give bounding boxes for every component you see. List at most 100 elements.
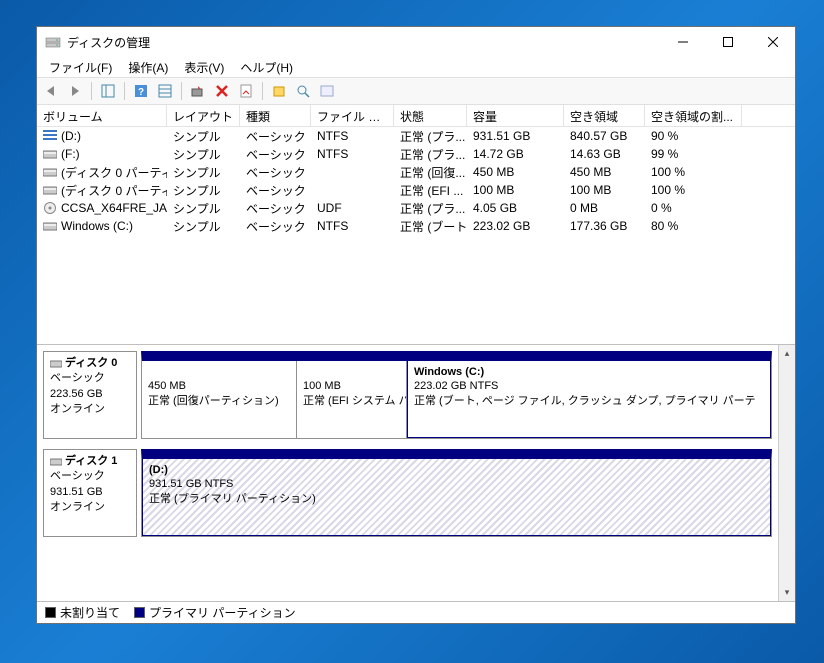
volume-list: ボリューム レイアウト 種類 ファイル システム 状態 容量 空き領域 空き領域… — [37, 105, 795, 345]
volume-row[interactable]: (ディスク 0 パーティシ...シンプルベーシック 正常 (EFI ... 100 … — [37, 181, 795, 199]
volume-row[interactable]: CCSA_X64FRE_JA-J...シンプルベーシックUDF正常 (プラ...… — [37, 199, 795, 217]
partition-name: Windows (C:) — [414, 365, 764, 379]
partition-size: 931.51 GB NTFS — [149, 477, 764, 491]
scroll-down-icon[interactable]: ▾ — [779, 584, 795, 601]
volume-freepct: 100 % — [645, 163, 742, 181]
find-button[interactable] — [293, 81, 313, 101]
partition-size: 223.02 GB NTFS — [414, 379, 764, 393]
col-layout[interactable]: レイアウト — [167, 105, 240, 126]
col-filesystem[interactable]: ファイル システム — [311, 105, 394, 126]
volume-row[interactable]: (ディスク 0 パーティシ...シンプルベーシック 正常 (回復... 450 MB… — [37, 163, 795, 181]
toolbar: ? — [37, 77, 795, 105]
volume-freepct: 0 % — [645, 199, 742, 217]
volume-name: Windows (C:) — [61, 219, 133, 233]
disk-info[interactable]: ディスク 0ベーシック223.56 GBオンライン — [43, 351, 137, 439]
minimize-button[interactable] — [660, 27, 705, 57]
menu-file[interactable]: ファイル(F) — [41, 57, 120, 77]
volume-free: 14.63 GB — [564, 145, 645, 163]
col-capacity[interactable]: 容量 — [467, 105, 564, 126]
volume-name: (ディスク 0 パーティシ... — [61, 164, 167, 181]
disk-size: 223.56 GB — [50, 387, 130, 402]
disk-info[interactable]: ディスク 1ベーシック931.51 GBオンライン — [43, 449, 137, 537]
volume-capacity: 223.02 GB — [467, 217, 564, 235]
volume-status: 正常 (回復... — [394, 163, 467, 181]
disk-size: 931.51 GB — [50, 485, 130, 500]
volume-layout: シンプル — [167, 145, 240, 163]
col-volume[interactable]: ボリューム — [37, 105, 167, 126]
volume-status: 正常 (ブート... — [394, 217, 467, 235]
volume-icon — [43, 202, 57, 214]
partition[interactable]: Windows (C:)223.02 GB NTFS正常 (ブート, ページ フ… — [407, 361, 771, 438]
volume-status: 正常 (プラ... — [394, 145, 467, 163]
col-type[interactable]: 種類 — [240, 105, 311, 126]
volume-freepct: 100 % — [645, 181, 742, 199]
volume-layout: シンプル — [167, 181, 240, 199]
volume-freepct: 99 % — [645, 145, 742, 163]
disk-name: ディスク 1 — [65, 454, 117, 469]
volume-layout: シンプル — [167, 217, 240, 235]
disk-row: ディスク 0ベーシック223.56 GBオンライン 450 MB正常 (回復パー… — [43, 351, 772, 439]
volume-layout: シンプル — [167, 199, 240, 217]
partition-size: 450 MB — [148, 379, 290, 393]
close-button[interactable] — [750, 27, 795, 57]
volume-free: 450 MB — [564, 163, 645, 181]
partition-map: (D:)931.51 GB NTFS正常 (プライマリ パーティション) — [141, 449, 772, 537]
volume-icon — [43, 220, 57, 232]
volume-name: (ディスク 0 パーティシ... — [61, 182, 167, 199]
partition-desc: 正常 (EFI システム パ — [303, 394, 400, 408]
partition[interactable]: 100 MB正常 (EFI システム パ — [297, 361, 407, 438]
volume-fs — [311, 181, 394, 199]
menu-action[interactable]: 操作(A) — [120, 57, 176, 77]
forward-button[interactable] — [65, 81, 85, 101]
help-button[interactable]: ? — [131, 81, 151, 101]
show-hide-tree-button[interactable] — [98, 81, 118, 101]
maximize-button[interactable] — [705, 27, 750, 57]
titlebar[interactable]: ディスクの管理 — [37, 27, 795, 57]
volume-free: 100 MB — [564, 181, 645, 199]
disk-management-window: ディスクの管理 ファイル(F) 操作(A) 表示(V) ヘルプ(H) ? ボリュ… — [36, 26, 796, 624]
volume-type: ベーシック — [240, 181, 311, 199]
legend-primary-label: プライマリ パーティション — [149, 604, 296, 621]
new-button[interactable] — [269, 81, 289, 101]
volume-name: (D:) — [61, 129, 81, 143]
volume-capacity: 931.51 GB — [467, 127, 564, 145]
volume-type: ベーシック — [240, 163, 311, 181]
volume-freepct: 90 % — [645, 127, 742, 145]
properties-button[interactable] — [236, 81, 256, 101]
scroll-up-icon[interactable]: ▴ — [779, 345, 795, 362]
volume-status: 正常 (EFI ... — [394, 181, 467, 199]
menu-view[interactable]: 表示(V) — [176, 57, 232, 77]
list-view-button[interactable] — [155, 81, 175, 101]
volume-fs: NTFS — [311, 127, 394, 145]
volume-row[interactable]: Windows (C:) シンプルベーシックNTFS正常 (ブート...223.0… — [37, 217, 795, 235]
disk-icon — [50, 359, 62, 369]
partition[interactable]: (D:)931.51 GB NTFS正常 (プライマリ パーティション) — [142, 459, 771, 536]
partition[interactable]: 450 MB正常 (回復パーティション) — [142, 361, 297, 438]
volume-layout: シンプル — [167, 163, 240, 181]
col-freepct[interactable]: 空き領域の割... — [645, 105, 742, 126]
volume-type: ベーシック — [240, 127, 311, 145]
volume-icon — [43, 166, 57, 178]
partition-desc: 正常 (回復パーティション) — [148, 394, 290, 408]
options-button[interactable] — [317, 81, 337, 101]
column-headers: ボリューム レイアウト 種類 ファイル システム 状態 容量 空き領域 空き領域… — [37, 105, 795, 127]
svg-text:?: ? — [138, 87, 144, 98]
volume-fs: NTFS — [311, 217, 394, 235]
volume-type: ベーシック — [240, 217, 311, 235]
volume-row[interactable]: (D:)シンプルベーシックNTFS正常 (プラ...931.51 GB840.5… — [37, 127, 795, 145]
refresh-button[interactable] — [188, 81, 208, 101]
col-free[interactable]: 空き領域 — [564, 105, 645, 126]
volume-icon — [43, 148, 57, 160]
delete-button[interactable] — [212, 81, 232, 101]
volume-row[interactable]: (F:)シンプルベーシックNTFS正常 (プラ...14.72 GB14.63 … — [37, 145, 795, 163]
legend-primary-swatch — [134, 607, 145, 618]
legend-unalloc-swatch — [45, 607, 56, 618]
volume-layout: シンプル — [167, 127, 240, 145]
volume-status: 正常 (プラ... — [394, 127, 467, 145]
volume-fs: NTFS — [311, 145, 394, 163]
partition-name: (D:) — [149, 463, 764, 477]
vertical-scrollbar[interactable]: ▴ ▾ — [778, 345, 795, 601]
col-status[interactable]: 状態 — [394, 105, 467, 126]
menu-help[interactable]: ヘルプ(H) — [232, 57, 301, 77]
back-button[interactable] — [41, 81, 61, 101]
